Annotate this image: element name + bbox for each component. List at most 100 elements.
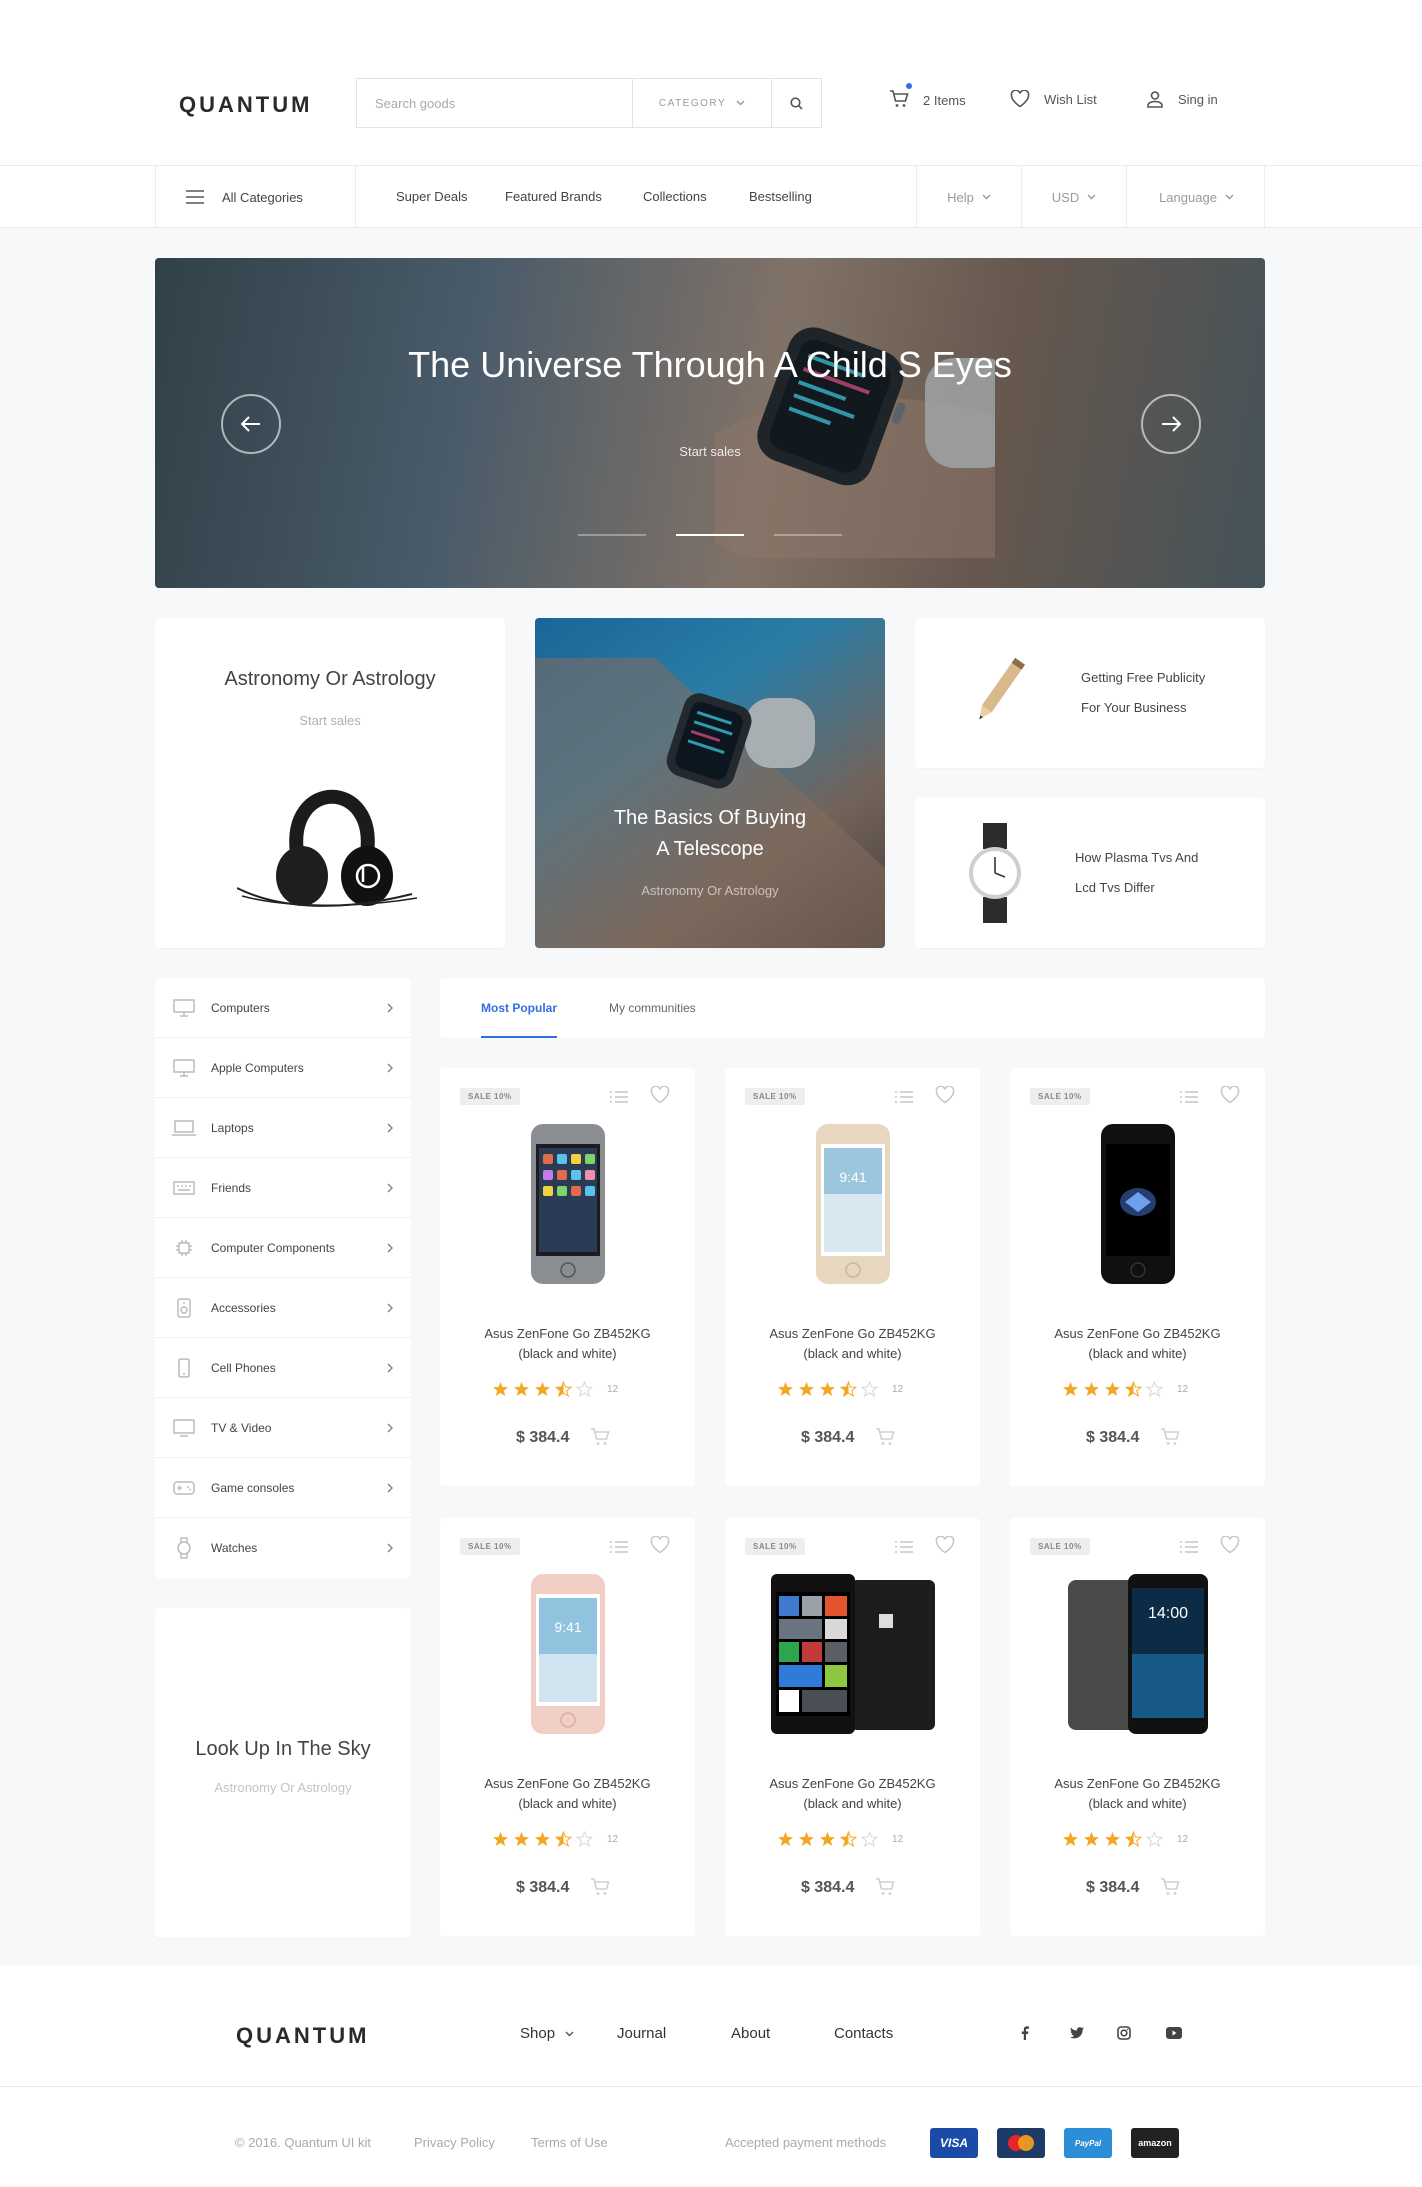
product-name[interactable]: Asus ZenFone Go ZB452KG (black and white)	[440, 1324, 695, 1364]
twitter-icon[interactable]	[1064, 2020, 1090, 2046]
add-to-cart-icon[interactable]	[1160, 1878, 1180, 1901]
sidebar-item-friends[interactable]: Friends	[155, 1158, 411, 1218]
sidebar-item-computers[interactable]: Computers	[155, 978, 411, 1038]
language-dropdown[interactable]: Language	[1126, 166, 1266, 228]
nav-link-featured-brands[interactable]: Featured Brands	[505, 166, 602, 228]
privacy-policy-link[interactable]: Privacy Policy	[414, 2135, 495, 2150]
product-card[interactable]: SALE 10% Asus ZenFone Go ZB452KG (black an…	[725, 1518, 980, 1936]
category-dropdown[interactable]: CATEGORY	[631, 79, 771, 127]
star-full-icon	[493, 1832, 508, 1846]
sidebar-item-tv-video[interactable]: TV & Video	[155, 1398, 411, 1458]
sidebar-item-apple-computers[interactable]: Apple Computers	[155, 1038, 411, 1098]
hero-dot-1[interactable]	[578, 534, 646, 536]
add-to-cart-icon[interactable]	[875, 1878, 895, 1901]
add-to-cart-icon[interactable]	[875, 1428, 895, 1451]
product-name[interactable]: Asus ZenFone Go ZB452KG (black and white)	[725, 1324, 980, 1364]
promo-card-watch[interactable]: The Basics Of Buying A Telescope Astrono…	[535, 618, 885, 948]
heart-icon[interactable]	[650, 1085, 670, 1109]
logo[interactable]: QUANTUM	[179, 92, 312, 118]
nav-link-super-deals[interactable]: Super Deals	[396, 166, 468, 228]
heart-icon[interactable]	[1220, 1535, 1240, 1559]
hero-cta[interactable]: Start sales	[155, 444, 1265, 459]
nav-link-bestselling[interactable]: Bestselling	[749, 166, 812, 228]
currency-dropdown[interactable]: USD	[1021, 166, 1126, 228]
product-image[interactable]	[725, 1574, 980, 1746]
compare-list-icon[interactable]	[610, 1540, 628, 1558]
product-card[interactable]: SALE 10% 14:00 Asus ZenFone Go ZB452KG (bla…	[1010, 1518, 1265, 1936]
product-image[interactable]: 9:41	[725, 1124, 980, 1296]
product-card[interactable]: SALE 10% Asus ZenFone Go ZB452KG (black an…	[440, 1068, 695, 1486]
compare-list-icon[interactable]	[895, 1090, 913, 1108]
product-name[interactable]: Asus ZenFone Go ZB452KG (black and white)	[1010, 1324, 1265, 1364]
sidebar-item-laptops[interactable]: Laptops	[155, 1098, 411, 1158]
promo-title-line-2: A Telescope	[656, 838, 764, 860]
cart-button[interactable]: 2 Items	[889, 83, 966, 111]
compare-list-icon[interactable]	[895, 1540, 913, 1558]
search-button[interactable]	[771, 79, 821, 127]
sidebar-item-game-consoles[interactable]: Game consoles	[155, 1458, 411, 1518]
heart-icon[interactable]	[1220, 1085, 1240, 1109]
help-dropdown[interactable]: Help	[916, 166, 1021, 228]
heart-icon[interactable]	[650, 1535, 670, 1559]
sale-badge: SALE 10%	[460, 1538, 520, 1555]
footer-link-shop[interactable]: Shop	[520, 2025, 574, 2042]
hero-prev-button[interactable]	[221, 394, 281, 454]
product-image[interactable]: 14:00	[1010, 1574, 1265, 1746]
product-card[interactable]: SALE 10% Asus ZenFone Go ZB452KG (black an…	[1010, 1068, 1265, 1486]
compare-list-icon[interactable]	[610, 1090, 628, 1108]
promo-card-wristwatch[interactable]: How Plasma Tvs And Lcd Tvs Differ	[915, 798, 1265, 948]
chevron-right-icon	[387, 1302, 393, 1313]
nav-bar: All Categories Super Deals Featured Bran…	[0, 166, 1422, 228]
product-image[interactable]: 9:41	[440, 1574, 695, 1746]
sidebar-item-cell-phones[interactable]: Cell Phones	[155, 1338, 411, 1398]
search-input[interactable]	[357, 79, 632, 127]
product-image[interactable]	[440, 1124, 695, 1296]
nav-link-collections[interactable]: Collections	[643, 166, 707, 228]
promo-card-headphones[interactable]: Astronomy Or Astrology Start sales	[155, 618, 505, 948]
sidebar-item-watches[interactable]: Watches	[155, 1518, 411, 1578]
tab-my-communities[interactable]: My communities	[609, 978, 696, 1038]
hero-next-button[interactable]	[1141, 394, 1201, 454]
add-to-cart-icon[interactable]	[1160, 1428, 1180, 1451]
category-label: CATEGORY	[658, 97, 727, 109]
footer-logo[interactable]: QUANTUM	[236, 2023, 369, 2049]
promo-card-pencil[interactable]: Getting Free Publicity For Your Business	[915, 618, 1265, 768]
review-count: 12	[892, 1833, 904, 1845]
chevron-down-icon	[565, 2031, 574, 2036]
product-name-line-2: (black and white)	[1088, 1346, 1187, 1361]
terms-of-use-link[interactable]: Terms of Use	[531, 2135, 608, 2150]
footer-link-about[interactable]: About	[731, 2025, 770, 2042]
add-to-cart-icon[interactable]	[590, 1428, 610, 1451]
footer-link-contacts[interactable]: Contacts	[834, 2025, 893, 2042]
currency-label: USD	[1051, 189, 1080, 205]
facebook-icon[interactable]	[1012, 2020, 1038, 2046]
all-categories-button[interactable]: All Categories	[156, 166, 356, 228]
promo-subtitle[interactable]: Astronomy Or Astrology	[535, 883, 885, 898]
instagram-icon[interactable]	[1111, 2020, 1137, 2046]
product-name[interactable]: Asus ZenFone Go ZB452KG (black and white)	[725, 1774, 980, 1814]
product-image[interactable]	[1010, 1124, 1265, 1296]
product-name[interactable]: Asus ZenFone Go ZB452KG (black and white)	[1010, 1774, 1265, 1814]
product-name[interactable]: Asus ZenFone Go ZB452KG (black and white)	[440, 1774, 695, 1814]
product-card[interactable]: SALE 10% 9:41 Asus ZenFone Go ZB452KG (blac…	[725, 1068, 980, 1486]
hero-dot-3[interactable]	[774, 534, 842, 536]
tab-most-popular[interactable]: Most Popular	[481, 978, 558, 1038]
product-price: $ 384.4	[1086, 1879, 1140, 1896]
signin-button[interactable]: Sing in	[1146, 90, 1218, 108]
hero-dot-2[interactable]	[676, 534, 744, 536]
sidebar-item-accessories[interactable]: Accessories	[155, 1278, 411, 1338]
compare-list-icon[interactable]	[1180, 1090, 1198, 1108]
sidebar-item-computer-components[interactable]: Computer Components	[155, 1218, 411, 1278]
footer-link-journal[interactable]: Journal	[617, 2025, 666, 2042]
phone-rose-gold-image: 9:41	[530, 1574, 605, 1734]
promo-subtitle[interactable]: Start sales	[155, 713, 505, 728]
product-card[interactable]: SALE 10% 9:41 Asus ZenFone Go ZB452KG (blac…	[440, 1518, 695, 1936]
add-to-cart-icon[interactable]	[590, 1878, 610, 1901]
heart-icon[interactable]	[935, 1085, 955, 1109]
sidebar-promo-card[interactable]: Look Up In The Sky Astronomy Or Astrolog…	[155, 1608, 411, 1938]
wishlist-button[interactable]: Wish List	[1010, 90, 1097, 108]
youtube-icon[interactable]	[1161, 2020, 1187, 2046]
heart-icon[interactable]	[935, 1535, 955, 1559]
arrow-right-icon	[1162, 416, 1181, 432]
compare-list-icon[interactable]	[1180, 1540, 1198, 1558]
